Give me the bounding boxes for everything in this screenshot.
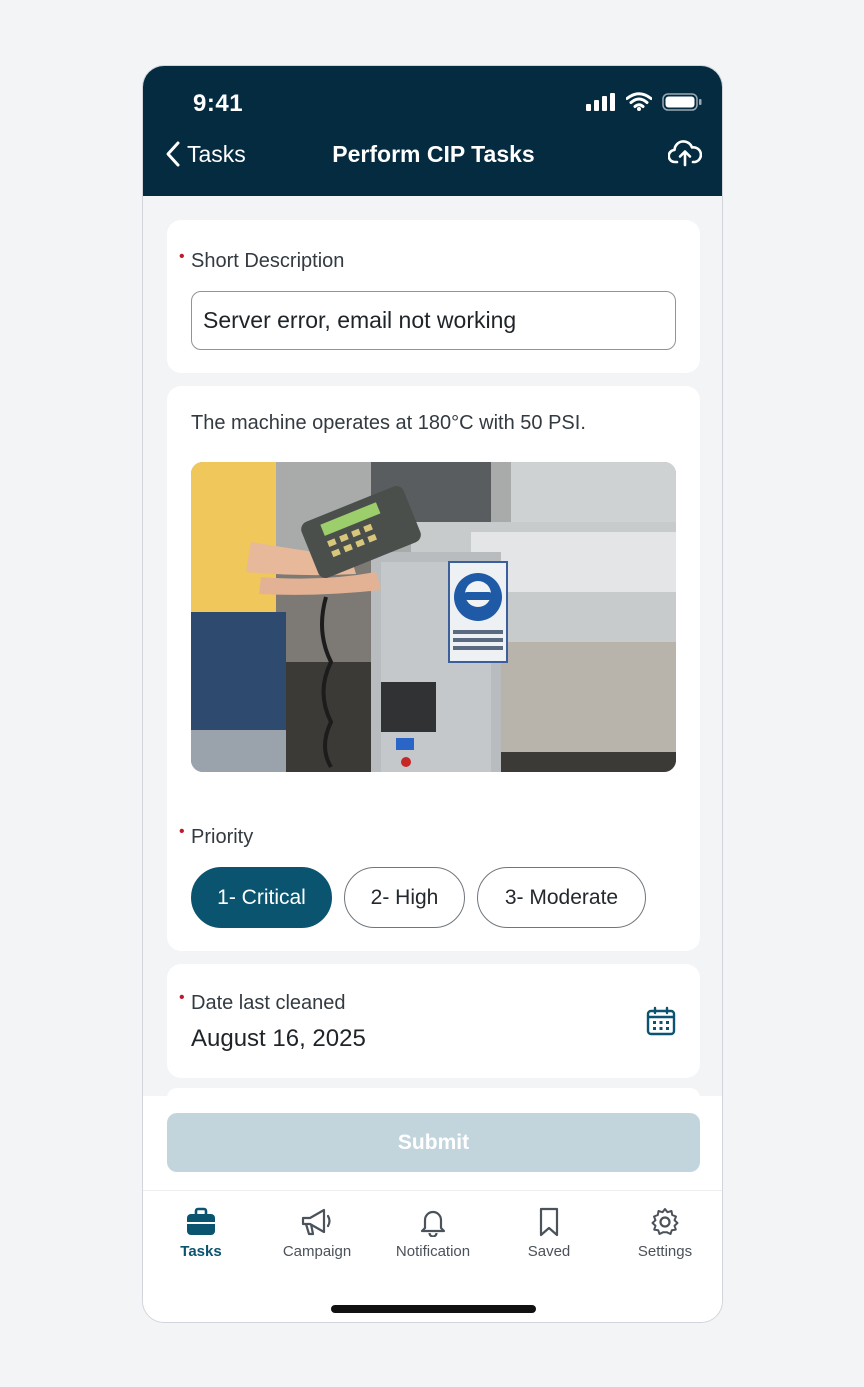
tab-label: Saved [527,1243,571,1260]
page-background: 9:41 Tasks Perform CIP Tasks • Short Des… [0,0,864,1387]
briefcase-icon [187,1207,215,1235]
date-label: Date last cleaned [191,992,346,1014]
battery-icon [662,92,702,111]
tab-label: Campaign [282,1243,352,1260]
machine-photo [191,462,676,772]
status-icons [586,92,702,111]
short-description-input[interactable]: Server error, email not working [191,291,676,350]
signal-icon [586,92,615,111]
priority-option-high[interactable]: 2- High [344,867,465,928]
bottom-bar: Submit Tasks Campaign Notification Saved… [143,1096,722,1322]
priority-label: Priority [191,826,254,848]
date-card[interactable]: • Date last cleaned August 16, 2025 [167,964,700,1078]
tab-tasks[interactable]: Tasks [146,1207,256,1260]
cloud-upload-icon [667,140,703,167]
wifi-icon [626,92,652,111]
date-picker-button[interactable] [646,1006,676,1041]
page-title: Perform CIP Tasks [332,141,535,167]
priority-option-critical[interactable]: 1- Critical [191,867,332,928]
tab-saved[interactable]: Saved [494,1207,604,1260]
bookmark-icon [539,1207,559,1237]
tab-label: Settings [637,1243,693,1260]
required-indicator: • [179,248,185,265]
required-indicator: • [179,823,185,840]
tab-notification[interactable]: Notification [378,1207,488,1260]
home-indicator [331,1305,536,1313]
bell-icon [420,1210,446,1237]
cloud-upload-button[interactable] [667,139,703,172]
tab-campaign[interactable]: Campaign [262,1207,372,1260]
short-description-label: Short Description [191,250,345,272]
submit-button[interactable]: Submit [167,1113,700,1172]
phone-frame: 9:41 Tasks Perform CIP Tasks • Short Des… [142,65,723,1323]
required-indicator: • [179,989,185,1006]
gear-icon [651,1208,679,1235]
status-time: 9:41 [193,90,244,117]
tab-label: Tasks [180,1243,222,1260]
machine-info-text: The machine operates at 180°C with 50 PS… [191,412,586,434]
tab-bar: Tasks Campaign Notification Saved Settin… [143,1190,722,1322]
tab-label: Notification [395,1243,471,1260]
calendar-icon [646,1006,676,1036]
app-header: 9:41 Tasks Perform CIP Tasks [143,66,722,196]
tab-settings[interactable]: Settings [610,1207,720,1260]
priority-option-moderate[interactable]: 3- Moderate [477,867,646,928]
short-description-card: • Short Description Server error, email … [167,220,700,373]
details-card: The machine operates at 180°C with 50 PS… [167,386,700,951]
megaphone-icon [301,1208,331,1236]
date-value: August 16, 2025 [191,1025,366,1052]
